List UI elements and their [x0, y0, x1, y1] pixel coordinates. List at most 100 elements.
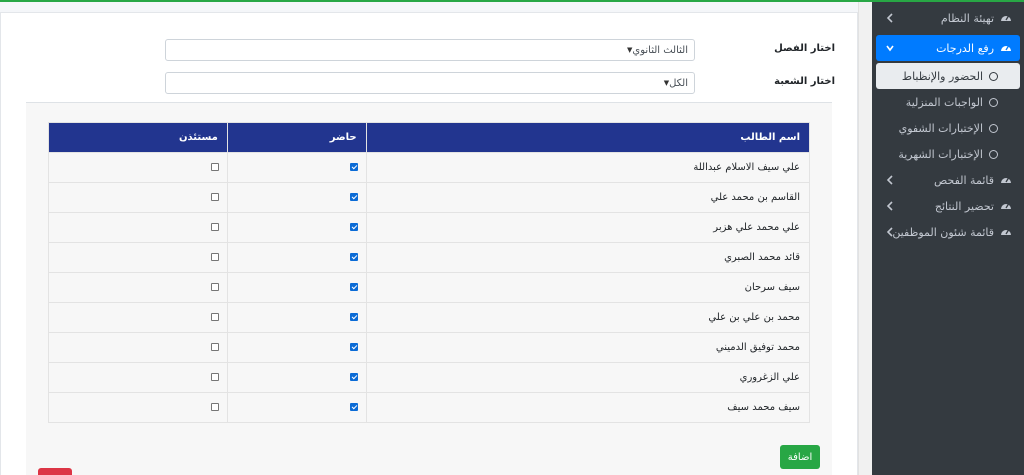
- excused-cell: [48, 392, 228, 423]
- excused-checkbox[interactable]: [210, 373, 219, 381]
- sidebar-item-exam-list[interactable]: قائمة الفحص: [876, 167, 1020, 193]
- present-checkbox[interactable]: [349, 223, 358, 231]
- student-name: القاسم بن محمد علي: [365, 182, 811, 213]
- students-panel: اسم الطالب حاضر مستئذن علي سيف الاسلام ع…: [26, 103, 832, 475]
- chevron-left-icon: [886, 13, 893, 23]
- chevron-down-icon: [886, 45, 894, 52]
- sidebar-item-prepare-results[interactable]: تحضير النتائج: [876, 193, 1020, 219]
- present-cell: [226, 362, 367, 393]
- present-cell: [226, 302, 367, 333]
- present-cell: [226, 242, 367, 273]
- sidebar-item-staff-affairs[interactable]: قائمة شئون الموظفين: [876, 219, 1020, 245]
- sidebar-subitem-label: الإختبارات الشفوي: [898, 121, 983, 135]
- table-row: قائد محمد الصبري: [48, 242, 811, 273]
- header-present: حاضر: [226, 122, 367, 153]
- table-row: القاسم بن محمد علي: [48, 182, 811, 213]
- excused-checkbox[interactable]: [210, 403, 219, 411]
- excused-cell: [48, 212, 228, 243]
- chevron-left-icon: [886, 175, 893, 185]
- excused-checkbox[interactable]: [210, 193, 219, 201]
- excused-checkbox[interactable]: [210, 253, 219, 261]
- sidebar-item-label: تحضير النتائج: [934, 199, 994, 213]
- section-select-value: الكل: [669, 77, 688, 89]
- excused-checkbox[interactable]: [210, 343, 219, 351]
- present-checkbox[interactable]: [349, 313, 358, 321]
- sidebar: تهيئة النظام رفع الدرجات الحضور والإنظبا…: [872, 2, 1024, 475]
- student-name: علي سيف الاسلام عبداللة: [365, 152, 811, 183]
- sidebar-subitem-attendance[interactable]: الحضور والإنظباط: [876, 63, 1020, 89]
- students-table: اسم الطالب حاضر مستئذن علي سيف الاسلام ع…: [48, 122, 811, 423]
- table-row: سيف سرحان: [48, 272, 811, 303]
- class-select-value: الثالث الثانوي: [632, 44, 688, 56]
- header-excused: مستئذن: [48, 122, 228, 153]
- sidebar-subitem-label: الإختبارات الشهرية: [898, 147, 983, 161]
- excused-checkbox[interactable]: [210, 223, 219, 231]
- table-row: محمد توفيق الدميني: [48, 332, 811, 363]
- sidebar-item-system-setup[interactable]: تهيئة النظام: [876, 5, 1020, 31]
- present-cell: [226, 212, 367, 243]
- gauge-icon: [1001, 177, 1011, 183]
- main-content: اختار الفصل الثالث الثانوي ▼ اختار الشعب…: [0, 2, 872, 475]
- section-label: اختار الشعبة: [774, 76, 835, 87]
- student-name: سيف محمد سيف: [365, 392, 811, 423]
- sidebar-item-upload-grades[interactable]: رفع الدرجات: [876, 35, 1020, 61]
- excused-cell: [48, 362, 228, 393]
- sidebar-subitem-label: الواجبات المنزلية: [905, 95, 983, 109]
- present-checkbox[interactable]: [349, 343, 358, 351]
- section-select[interactable]: الكل ▼: [165, 72, 695, 94]
- present-cell: [226, 182, 367, 213]
- circle-icon: [989, 71, 998, 81]
- sidebar-subitem-monthly-exams[interactable]: الإختبارات الشهرية: [876, 141, 1020, 167]
- table-row: سيف محمد سيف: [48, 392, 811, 423]
- excused-cell: [48, 332, 228, 363]
- caret-down-icon: ▼: [663, 79, 670, 87]
- excused-cell: [48, 302, 228, 333]
- sidebar-subitem-label: الحضور والإنظباط: [901, 69, 983, 83]
- gauge-icon: [1001, 15, 1011, 21]
- excused-cell: [48, 272, 228, 303]
- table-row: علي سيف الاسلام عبداللة: [48, 152, 811, 183]
- present-checkbox[interactable]: [349, 283, 358, 291]
- present-checkbox[interactable]: [349, 253, 358, 261]
- sidebar-item-label: رفع الدرجات: [936, 41, 994, 55]
- student-name: علي الزغروري: [365, 362, 811, 393]
- class-label: اختار الفصل: [774, 43, 835, 54]
- sidebar-item-label: تهيئة النظام: [940, 11, 994, 25]
- sidebar-item-label: قائمة الفحص: [934, 173, 994, 187]
- class-select[interactable]: الثالث الثانوي ▼: [165, 39, 695, 61]
- gauge-icon: [1001, 45, 1011, 51]
- present-cell: [226, 272, 367, 303]
- scrollbar[interactable]: [858, 2, 872, 475]
- sidebar-subitem-oral-exams[interactable]: الإختبارات الشفوي: [876, 115, 1020, 141]
- student-name: محمد بن علي بن علي: [365, 302, 811, 333]
- header-student-name: اسم الطالب: [365, 122, 811, 153]
- excused-checkbox[interactable]: [210, 313, 219, 321]
- excused-cell: [48, 182, 228, 213]
- circle-icon: [989, 149, 998, 159]
- sidebar-subitem-homework[interactable]: الواجبات المنزلية: [876, 89, 1020, 115]
- excused-checkbox[interactable]: [210, 163, 219, 171]
- gauge-icon: [1001, 203, 1011, 209]
- caret-down-icon: ▼: [627, 46, 633, 54]
- student-name: قائد محمد الصبري: [365, 242, 811, 273]
- chevron-left-icon: [886, 201, 893, 211]
- excused-cell: [48, 152, 228, 183]
- present-checkbox[interactable]: [349, 193, 358, 201]
- circle-icon: [989, 123, 998, 133]
- excused-checkbox[interactable]: [210, 283, 219, 291]
- gauge-icon: [1001, 229, 1011, 235]
- chevron-left-icon: [886, 227, 893, 237]
- present-checkbox[interactable]: [349, 403, 358, 411]
- present-checkbox[interactable]: [349, 373, 358, 381]
- table-row: علي محمد علي هزبر: [48, 212, 811, 243]
- present-cell: [226, 332, 367, 363]
- sidebar-item-label: قائمة شئون الموظفين: [892, 225, 994, 239]
- table-row: محمد بن علي بن علي: [48, 302, 811, 333]
- present-checkbox[interactable]: [349, 163, 358, 171]
- present-cell: [226, 152, 367, 183]
- excused-cell: [48, 242, 228, 273]
- add-button[interactable]: اضافة: [780, 445, 820, 469]
- delete-button[interactable]: [38, 468, 72, 475]
- circle-icon: [989, 97, 998, 107]
- student-name: محمد توفيق الدميني: [365, 332, 811, 363]
